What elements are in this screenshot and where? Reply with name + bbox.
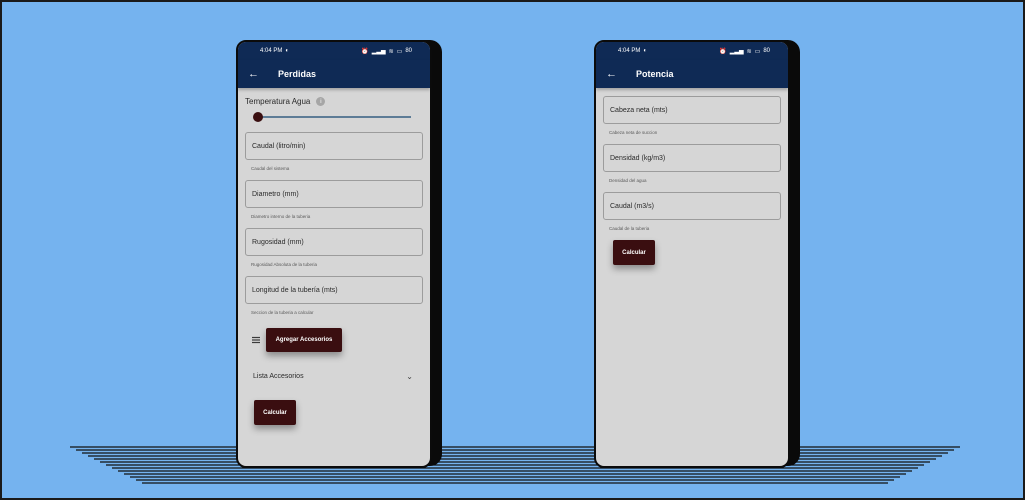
accessories-list-label: Lista Accesorios <box>253 373 304 380</box>
longitud-field[interactable]: Longitud de la tubería (mts) <box>245 276 423 304</box>
accessories-list-toggle[interactable]: Lista Accesorios ⌄ <box>253 372 413 381</box>
densidad-field[interactable]: Densidad (kg/m3) <box>603 144 781 172</box>
diametro-helper: Diametro interno de la tuberia <box>251 214 311 219</box>
battery-level: 80 <box>405 48 412 54</box>
diametro-field[interactable]: Diametro (mm) <box>245 180 423 208</box>
cabeza-neta-helper: Cabeza neta de succion <box>609 130 658 135</box>
caudal-field-label: Caudal (litro/min) <box>252 142 306 150</box>
status-bar: 4:04 PM ◐ ⏰ ▂▃▅ ≋ ▭ 80 <box>238 42 430 60</box>
calcular-button[interactable]: Calcular <box>254 400 296 425</box>
chevron-down-icon[interactable]: ⌄ <box>406 372 413 381</box>
signal-icon: ▂▃▅ <box>371 48 386 55</box>
battery-level: 80 <box>763 48 770 54</box>
status-app-icon: ◐ <box>643 48 647 54</box>
add-accessories-button[interactable]: Agregar Accesorios <box>266 328 342 352</box>
battery-icon: ▭ <box>754 48 761 55</box>
caudal-field[interactable]: Caudal (m3/s) <box>603 192 781 220</box>
rugosidad-field-label: Rugosidad (mm) <box>252 238 304 246</box>
wifi-icon: ≋ <box>388 48 394 55</box>
status-time: 4:04 PM <box>260 48 283 54</box>
alarm-icon: ⏰ <box>361 48 369 55</box>
accessories-row: Agregar Accesorios <box>251 328 423 352</box>
temperature-label-row: Temperatura Agua i <box>245 97 423 106</box>
drag-handle-icon[interactable] <box>251 336 261 344</box>
slider-thumb[interactable] <box>253 112 263 122</box>
cabeza-neta-field[interactable]: Cabeza neta (mts) <box>603 96 781 124</box>
alarm-icon: ⏰ <box>719 48 727 55</box>
cabeza-neta-field-label: Cabeza neta (mts) <box>610 106 668 114</box>
back-arrow-icon[interactable]: ← <box>248 68 262 80</box>
caudal-field[interactable]: Caudal (litro/min) <box>245 132 423 160</box>
rugosidad-helper: Rugosidad Absoluta de la tuberia <box>251 262 318 267</box>
calcular-button[interactable]: Calcular <box>613 240 655 265</box>
densidad-helper: Densidad del agua <box>609 178 647 183</box>
page-title: Potencia <box>636 69 674 79</box>
phone-potencia: 4:04 PM ◐ ⏰ ▂▃▅ ≋ ▭ 80 ← Potencia Cabeza… <box>594 40 790 468</box>
status-bar: 4:04 PM ◐ ⏰ ▂▃▅ ≋ ▭ 80 <box>596 42 788 60</box>
longitud-helper: Seccion de la tuberia a calcular <box>251 310 314 315</box>
wifi-icon: ≋ <box>746 48 752 55</box>
caudal-helper: Caudal del sistema <box>251 166 290 171</box>
signal-icon: ▂▃▅ <box>729 48 744 55</box>
caudal-field-label: Caudal (m3/s) <box>610 202 654 210</box>
temperature-label: Temperatura Agua <box>245 97 311 106</box>
app-bar: ← Perdidas <box>238 60 430 88</box>
status-time: 4:04 PM <box>618 48 641 54</box>
longitud-field-label: Longitud de la tubería (mts) <box>252 286 338 294</box>
info-icon[interactable]: i <box>316 97 326 106</box>
image-border <box>0 0 1025 500</box>
caudal-helper: Caudal de la tuberia <box>609 226 650 231</box>
form-content: Cabeza neta (mts) Cabeza neta de succion… <box>596 88 788 271</box>
densidad-field-label: Densidad (kg/m3) <box>610 154 666 162</box>
page-title: Perdidas <box>278 69 317 79</box>
slider-track[interactable] <box>257 116 411 118</box>
back-arrow-icon[interactable]: ← <box>606 68 620 80</box>
temperature-slider[interactable] <box>253 108 411 126</box>
app-bar: ← Potencia <box>596 60 788 88</box>
form-content: Temperatura Agua i Caudal (litro/min) Ca… <box>238 88 430 431</box>
battery-icon: ▭ <box>396 48 403 55</box>
status-app-icon: ◐ <box>285 48 289 54</box>
diametro-field-label: Diametro (mm) <box>252 190 299 198</box>
rugosidad-field[interactable]: Rugosidad (mm) <box>245 228 423 256</box>
phone-perdidas: 4:04 PM ◐ ⏰ ▂▃▅ ≋ ▭ 80 ← Perdidas Temper… <box>236 40 432 468</box>
floor-stripes <box>70 446 960 484</box>
